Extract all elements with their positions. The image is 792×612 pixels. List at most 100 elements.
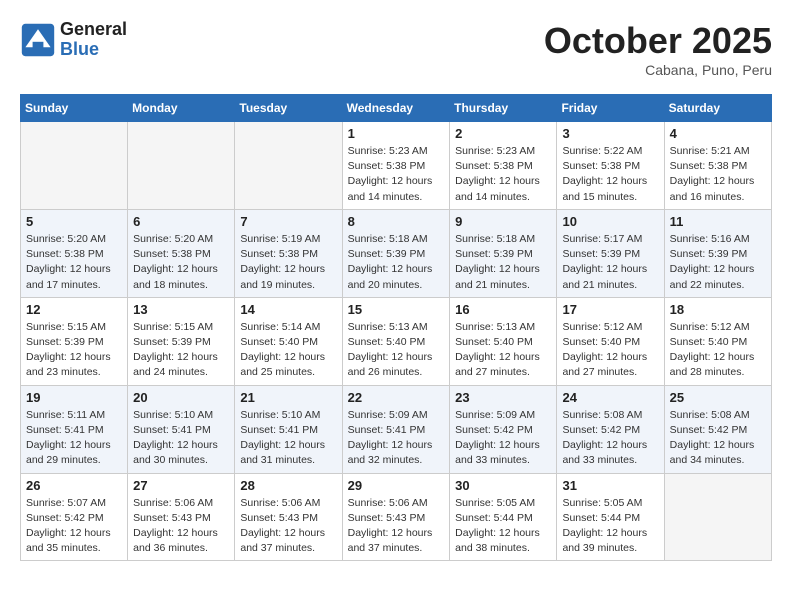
day-info: Sunrise: 5:14 AM Sunset: 5:40 PM Dayligh… [240, 320, 336, 381]
day-number: 14 [240, 302, 336, 317]
calendar-cell: 14 Sunrise: 5:14 AM Sunset: 5:40 PM Dayli… [235, 297, 342, 385]
day-number: 23 [455, 390, 551, 405]
day-info: Sunrise: 5:18 AM Sunset: 5:39 PM Dayligh… [455, 232, 551, 293]
page-header: General Blue October 2025 Cabana, Puno, … [20, 20, 772, 78]
calendar-cell [21, 122, 128, 210]
day-number: 11 [670, 214, 766, 229]
day-number: 30 [455, 478, 551, 493]
calendar-week-row: 26Sunrise: 5:07 AM Sunset: 5:42 PM Dayli… [21, 473, 772, 561]
day-info: Sunrise: 5:11 AM Sunset: 5:41 PM Dayligh… [26, 408, 122, 469]
calendar-cell: 20 Sunrise: 5:10 AM Sunset: 5:41 PM Dayli… [128, 385, 235, 473]
calendar-cell: 23 Sunrise: 5:09 AM Sunset: 5:42 PM Dayli… [450, 385, 557, 473]
day-number: 9 [455, 214, 551, 229]
day-number: 27 [133, 478, 229, 493]
day-info: Sunrise: 5:21 AM Sunset: 5:38 PM Dayligh… [670, 144, 766, 205]
calendar-cell: 24Sunrise: 5:08 AM Sunset: 5:42 PM Dayli… [557, 385, 664, 473]
day-info: Sunrise: 5:12 AM Sunset: 5:40 PM Dayligh… [670, 320, 766, 381]
calendar-week-row: 19Sunrise: 5:11 AM Sunset: 5:41 PM Dayli… [21, 385, 772, 473]
day-number: 20 [133, 390, 229, 405]
weekday-header-monday: Monday [128, 95, 235, 122]
day-number: 2 [455, 126, 551, 141]
day-info: Sunrise: 5:19 AM Sunset: 5:38 PM Dayligh… [240, 232, 336, 293]
calendar-cell: 27 Sunrise: 5:06 AM Sunset: 5:43 PM Dayli… [128, 473, 235, 561]
day-info: Sunrise: 5:06 AM Sunset: 5:43 PM Dayligh… [240, 496, 336, 557]
calendar-cell: 10Sunrise: 5:17 AM Sunset: 5:39 PM Dayli… [557, 209, 664, 297]
day-info: Sunrise: 5:05 AM Sunset: 5:44 PM Dayligh… [562, 496, 658, 557]
day-number: 6 [133, 214, 229, 229]
day-info: Sunrise: 5:18 AM Sunset: 5:39 PM Dayligh… [348, 232, 445, 293]
weekday-header-tuesday: Tuesday [235, 95, 342, 122]
calendar-cell: 29 Sunrise: 5:06 AM Sunset: 5:43 PM Dayli… [342, 473, 450, 561]
calendar-cell: 11 Sunrise: 5:16 AM Sunset: 5:39 PM Dayli… [664, 209, 771, 297]
calendar-cell: 6Sunrise: 5:20 AM Sunset: 5:38 PM Daylig… [128, 209, 235, 297]
calendar-cell: 30 Sunrise: 5:05 AM Sunset: 5:44 PM Dayli… [450, 473, 557, 561]
weekday-header-friday: Friday [557, 95, 664, 122]
logo-icon [20, 22, 56, 58]
calendar-cell: 31 Sunrise: 5:05 AM Sunset: 5:44 PM Dayli… [557, 473, 664, 561]
day-info: Sunrise: 5:08 AM Sunset: 5:42 PM Dayligh… [670, 408, 766, 469]
day-info: Sunrise: 5:05 AM Sunset: 5:44 PM Dayligh… [455, 496, 551, 557]
day-number: 5 [26, 214, 122, 229]
day-info: Sunrise: 5:10 AM Sunset: 5:41 PM Dayligh… [240, 408, 336, 469]
weekday-header-row: SundayMondayTuesdayWednesdayThursdayFrid… [21, 95, 772, 122]
day-number: 18 [670, 302, 766, 317]
day-number: 13 [133, 302, 229, 317]
day-info: Sunrise: 5:06 AM Sunset: 5:43 PM Dayligh… [348, 496, 445, 557]
day-number: 7 [240, 214, 336, 229]
day-number: 31 [562, 478, 658, 493]
day-number: 12 [26, 302, 122, 317]
calendar-cell: 3 Sunrise: 5:22 AM Sunset: 5:38 PM Daylig… [557, 122, 664, 210]
day-number: 8 [348, 214, 445, 229]
day-number: 28 [240, 478, 336, 493]
day-info: Sunrise: 5:16 AM Sunset: 5:39 PM Dayligh… [670, 232, 766, 293]
day-info: Sunrise: 5:09 AM Sunset: 5:41 PM Dayligh… [348, 408, 445, 469]
month-title: October 2025 [544, 20, 772, 62]
calendar-week-row: 5 Sunrise: 5:20 AM Sunset: 5:38 PM Daylig… [21, 209, 772, 297]
day-number: 22 [348, 390, 445, 405]
day-number: 21 [240, 390, 336, 405]
weekday-header-wednesday: Wednesday [342, 95, 450, 122]
calendar-cell [235, 122, 342, 210]
day-info: Sunrise: 5:06 AM Sunset: 5:43 PM Dayligh… [133, 496, 229, 557]
day-info: Sunrise: 5:09 AM Sunset: 5:42 PM Dayligh… [455, 408, 551, 469]
day-number: 17 [562, 302, 658, 317]
calendar-cell: 1Sunrise: 5:23 AM Sunset: 5:38 PM Daylig… [342, 122, 450, 210]
day-number: 10 [562, 214, 658, 229]
calendar-cell: 19Sunrise: 5:11 AM Sunset: 5:41 PM Dayli… [21, 385, 128, 473]
calendar-cell: 21 Sunrise: 5:10 AM Sunset: 5:41 PM Dayli… [235, 385, 342, 473]
day-number: 16 [455, 302, 551, 317]
day-info: Sunrise: 5:15 AM Sunset: 5:39 PM Dayligh… [133, 320, 229, 381]
calendar-cell: 4 Sunrise: 5:21 AM Sunset: 5:38 PM Daylig… [664, 122, 771, 210]
day-info: Sunrise: 5:10 AM Sunset: 5:41 PM Dayligh… [133, 408, 229, 469]
day-number: 29 [348, 478, 445, 493]
day-number: 4 [670, 126, 766, 141]
day-number: 3 [562, 126, 658, 141]
calendar-cell: 22 Sunrise: 5:09 AM Sunset: 5:41 PM Dayli… [342, 385, 450, 473]
calendar-cell: 26Sunrise: 5:07 AM Sunset: 5:42 PM Dayli… [21, 473, 128, 561]
day-number: 24 [562, 390, 658, 405]
calendar-cell: 7 Sunrise: 5:19 AM Sunset: 5:38 PM Daylig… [235, 209, 342, 297]
logo-line2: Blue [60, 40, 127, 60]
calendar-cell: 13 Sunrise: 5:15 AM Sunset: 5:39 PM Dayli… [128, 297, 235, 385]
calendar-week-row: 1 Sunrise: 5:23 AM Sunset: 5:38 PM Daylig… [21, 122, 772, 210]
calendar-cell: 8 Sunrise: 5:18 AM Sunset: 5:39 PM Daylig… [342, 209, 450, 297]
logo-line1: General [60, 20, 127, 40]
day-info: Sunrise: 5:12 AM Sunset: 5:40 PM Dayligh… [562, 320, 658, 381]
calendar-week-row: 12 Sunrise: 5:15 AM Sunset: 5:39 PM Dayli… [21, 297, 772, 385]
day-info: Sunrise: 5:13 AM Sunset: 5:40 PM Dayligh… [348, 320, 445, 381]
day-info: Sunrise: 5:22 AM Sunset: 5:38 PM Dayligh… [562, 144, 658, 205]
calendar-cell [664, 473, 771, 561]
day-number: 1 [348, 126, 445, 141]
day-number: 25 [670, 390, 766, 405]
calendar-cell: 12 Sunrise: 5:15 AM Sunset: 5:39 PM Dayli… [21, 297, 128, 385]
calendar-cell: 15Sunrise: 5:13 AM Sunset: 5:40 PM Dayli… [342, 297, 450, 385]
location-subtitle: Cabana, Puno, Peru [544, 62, 772, 78]
weekday-header-thursday: Thursday [450, 95, 557, 122]
logo: General Blue [20, 20, 127, 60]
day-info: Sunrise: 5:15 AM Sunset: 5:39 PM Dayligh… [26, 320, 122, 381]
day-info: Sunrise: 5:13 AM Sunset: 5:40 PM Dayligh… [455, 320, 551, 381]
day-info: Sunrise: 5:23 AM Sunset: 5:38 PM Dayligh… [455, 144, 551, 205]
day-info: Sunrise: 5:20 AM Sunset: 5:38 PM Dayligh… [26, 232, 122, 293]
day-info: Sunrise: 5:07 AM Sunset: 5:42 PM Dayligh… [26, 496, 122, 557]
calendar-cell: 5 Sunrise: 5:20 AM Sunset: 5:38 PM Daylig… [21, 209, 128, 297]
